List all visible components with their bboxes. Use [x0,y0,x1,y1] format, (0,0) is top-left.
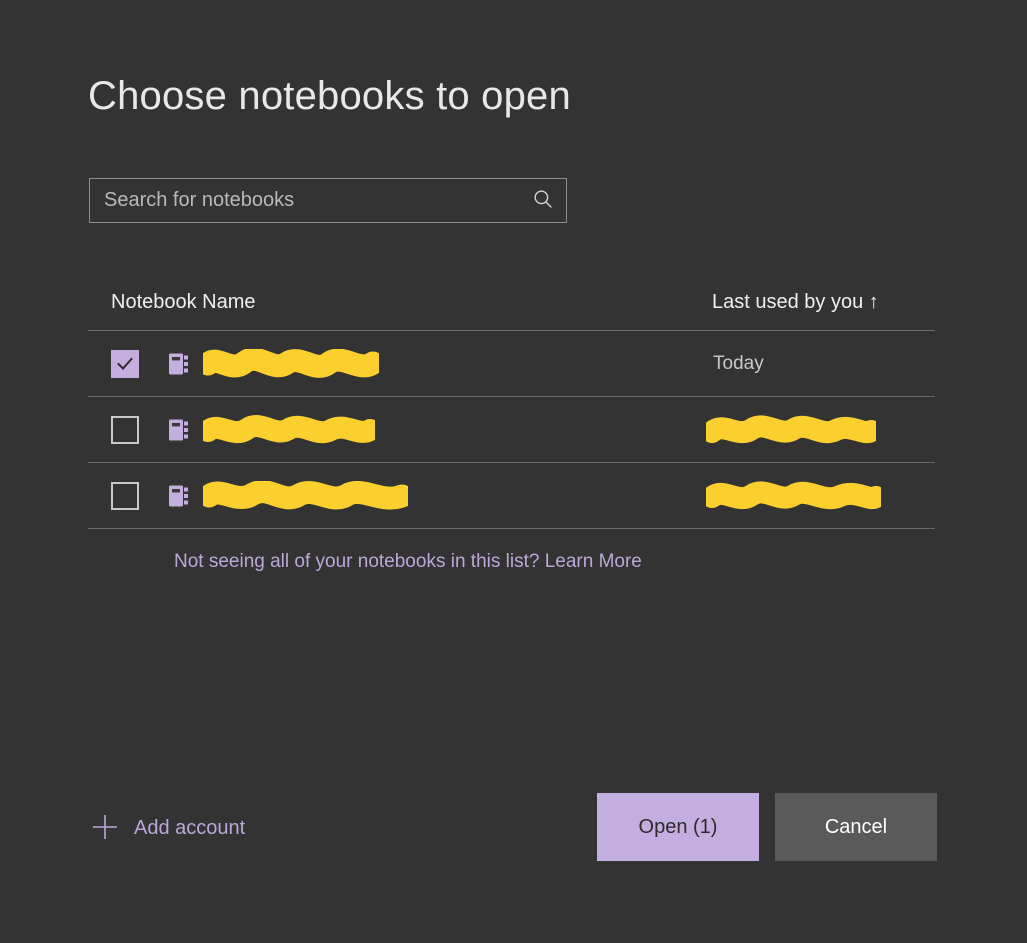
column-header-notebook-name[interactable]: Notebook Name [111,291,256,314]
add-account-button[interactable]: Add account [90,808,245,848]
plus-icon [90,812,120,845]
row-checkbox[interactable] [111,481,139,510]
redacted-last-used [701,414,882,445]
row-divider [88,528,935,529]
add-account-label: Add account [134,816,246,839]
check-icon [117,357,133,370]
learn-more-link[interactable]: Not seeing all of your notebooks in this… [174,551,642,573]
cancel-button[interactable]: Cancel [775,793,937,861]
notebook-icon [169,352,191,376]
table-row[interactable] [88,397,935,462]
search-box[interactable] [89,178,567,223]
last-used-value: Today [713,352,764,374]
redacted-notebook-name [196,347,385,379]
search-input[interactable] [90,179,520,222]
open-button[interactable]: Open (1) [597,793,759,861]
row-checkbox[interactable] [111,415,139,444]
search-button[interactable] [520,179,566,222]
redacted-notebook-name [197,479,414,511]
redacted-notebook-name [197,414,381,445]
row-checkbox[interactable] [111,349,139,378]
page-title: Choose notebooks to open [88,74,571,118]
redacted-last-used [701,480,887,511]
table-row[interactable]: Today [88,331,935,396]
column-header-last-used[interactable]: Last used by you ↑ [712,291,879,314]
table-header-row: Notebook Name Last used by you ↑ [88,282,935,330]
notebook-icon [169,418,191,442]
notebooks-table: Notebook Name Last used by you ↑ Today [88,282,935,529]
search-icon [532,188,554,213]
table-row[interactable] [88,463,935,528]
notebook-icon [169,484,191,508]
